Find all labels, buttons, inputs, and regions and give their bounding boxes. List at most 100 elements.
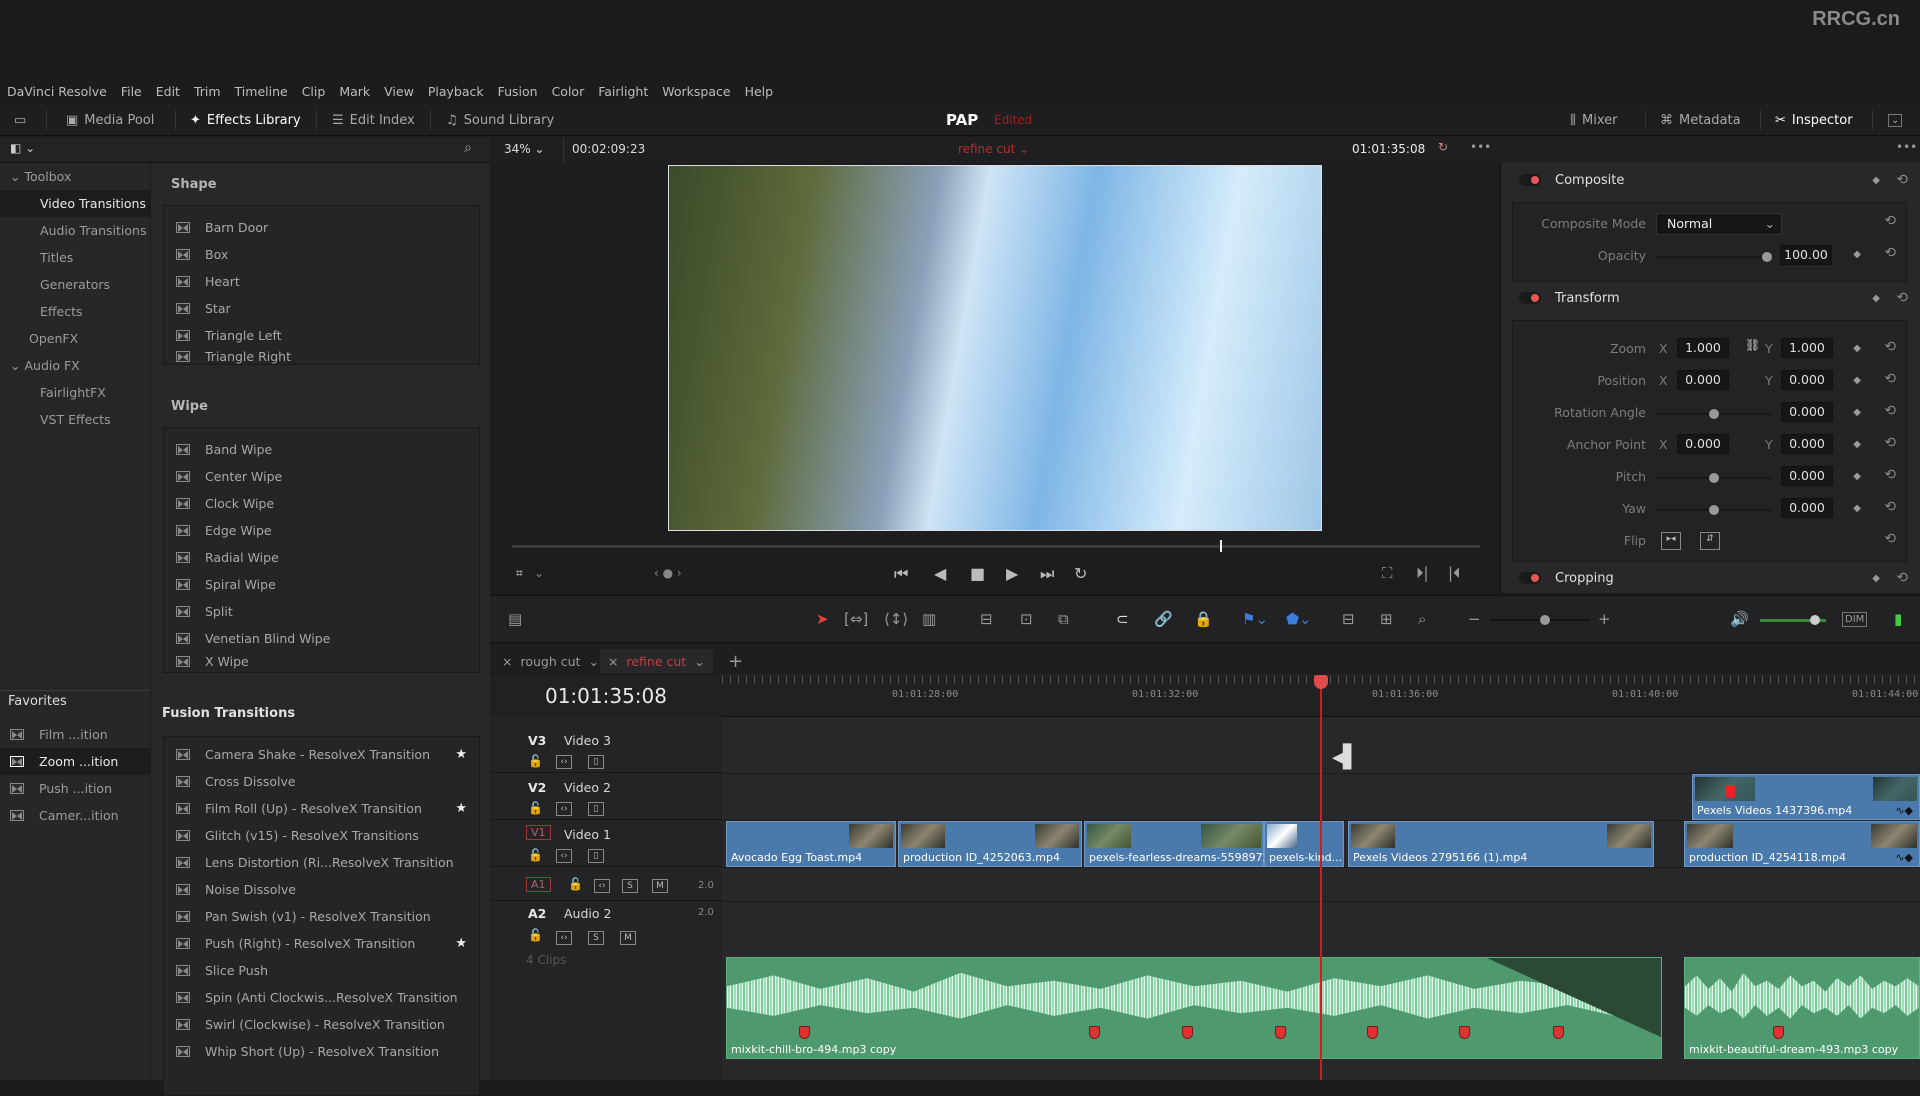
flip-horizontal-button[interactable]: ▸◂ [1661,532,1681,550]
mute-button[interactable]: M [620,931,636,945]
fade-out-handle[interactable] [1487,958,1661,1038]
auto-select-icon[interactable]: ‹› [556,931,572,945]
video-clip[interactable]: pexels-kind... [1264,821,1344,867]
expand-panel-button[interactable]: ⌄ [1888,104,1903,136]
transition-clock-wipe[interactable]: Clock Wipe [164,490,479,517]
zoom-custom-icon[interactable]: ⌕ [1418,610,1426,628]
transition-edge-wipe[interactable]: Edge Wipe [164,517,479,544]
mark-out-icon[interactable]: |⏴ [1448,564,1461,582]
reset-icon[interactable]: ⟲ [1896,570,1908,586]
tree-openfx[interactable]: OpenFX [0,325,150,352]
zoom-in-icon[interactable]: + [1598,610,1611,628]
lock-icon[interactable]: 🔓 [528,928,543,942]
keyframe-curve-icon[interactable]: ∿◆ [1895,804,1913,817]
dynamic-trim-icon[interactable]: ⟨↕⟩ [884,610,908,628]
zoom-out-icon[interactable]: − [1468,610,1481,628]
favorite-star-icon[interactable]: ★ [455,801,467,816]
keyframe-icon[interactable]: ◆ [1853,471,1861,482]
keyframe-icon[interactable]: ◆ [1853,343,1861,354]
search-icon[interactable]: ⌕ [464,140,472,156]
keyframe-icon[interactable]: ◆ [1872,293,1880,304]
video-clip[interactable]: production ID_4254118.mp4 ∿◆ [1684,821,1920,867]
tree-video-transitions[interactable]: Video Transitions [0,190,150,217]
keyframe-icon[interactable]: ◆ [1872,175,1880,186]
anchor-y-field[interactable]: 0.000 [1781,434,1833,454]
video-frame[interactable] [668,165,1322,531]
tab-refine-cut[interactable]: × refine cut ⌄ [600,649,713,673]
media-pool-button[interactable]: ▣ Media Pool [66,104,154,136]
keyframe-marker[interactable] [799,1026,810,1039]
favorite-star-icon[interactable]: ★ [455,936,467,951]
tree-audio-transitions[interactable]: Audio Transitions [0,217,150,244]
auto-select-icon[interactable]: ‹› [594,879,610,893]
panel-layout-icon[interactable]: ◧ ⌄ [10,141,35,155]
menu-playback[interactable]: Playback [421,82,491,102]
chevron-down-icon[interactable]: ⌄ [534,566,544,580]
playhead[interactable] [1320,675,1322,1080]
solo-button[interactable]: S [622,879,638,893]
menu-trim[interactable]: Trim [187,82,228,102]
transition-band-wipe[interactable]: Band Wipe [164,436,479,463]
menu-fairlight[interactable]: Fairlight [591,82,655,102]
replace-clip-icon[interactable]: ⧉ [1058,610,1069,628]
transform-mode-icon[interactable]: ⌗ [516,566,523,581]
lock-icon[interactable]: 🔓 [528,801,543,815]
keyframe-marker[interactable] [1367,1026,1378,1039]
transition-x-wipe[interactable]: X Wipe [164,652,479,670]
position-x-field[interactable]: 0.000 [1677,370,1729,390]
menu-file[interactable]: File [114,82,149,102]
opacity-slider[interactable] [1656,252,1772,262]
video-clip[interactable]: production ID_4252063.mp4 [898,821,1082,867]
video-clip[interactable]: Avocado Egg Toast.mp4 [726,821,896,867]
keyframe-icon[interactable]: ◆ [1853,439,1861,450]
lock-icon[interactable]: 🔓 [528,848,543,862]
slider-knob[interactable] [1709,409,1719,419]
transition-venetian-blind-wipe[interactable]: Venetian Blind Wipe [164,625,479,652]
menu-view[interactable]: View [377,82,421,102]
reset-icon[interactable]: ⟲ [1884,245,1896,261]
transition-box[interactable]: Box [164,241,479,268]
timeline-selector[interactable]: refine cut ⌄ [958,142,1029,156]
favorite-item[interactable]: Zoom ...ition [0,748,150,775]
timeline-zoom-slider[interactable] [1490,615,1590,625]
transition-star[interactable]: Star [164,295,479,322]
rotation-field[interactable]: 0.000 [1781,402,1833,422]
slider-knob[interactable] [1709,473,1719,483]
keyframe-icon[interactable]: ◆ [1853,375,1861,386]
video-clip[interactable]: Pexels Videos 1437396.mp4 ∿◆ [1692,774,1920,820]
transition-push-right[interactable]: Push (Right) - ResolveX Transition ★ [164,930,479,957]
keyframe-marker[interactable] [1275,1026,1286,1039]
audio-clip[interactable]: mixkit-beautiful-dream-493.mp3 copy [1684,957,1920,1059]
inspector-button[interactable]: ✂ Inspector [1775,104,1853,136]
tree-effects[interactable]: Effects [0,298,150,325]
slider-knob[interactable] [1709,505,1719,515]
pitch-slider[interactable] [1656,473,1772,483]
marker-icon[interactable]: ⬟⌄ [1286,610,1312,628]
close-icon[interactable]: × [502,654,512,669]
transition-center-wipe[interactable]: Center Wipe [164,463,479,490]
video-clip[interactable]: pexels-fearless-dreams-5598972... [1084,821,1280,867]
reset-icon[interactable]: ⟲ [1884,467,1896,483]
auto-select-icon[interactable]: ‹› [556,802,572,816]
keyframe-curve-icon[interactable]: ∿◆ [1895,851,1913,864]
zoom-x-field[interactable]: 1.000 [1677,338,1729,358]
selection-tool-icon[interactable]: ➤ [816,610,829,628]
transition-noise-dissolve[interactable]: Noise Dissolve [164,876,479,903]
more-options-icon[interactable]: ••• [1470,140,1491,154]
play-reverse-icon[interactable]: ◀ [934,564,946,583]
sound-library-button[interactable]: ♫ Sound Library [446,104,554,136]
transition-lens-distortion[interactable]: Lens Distortion (Ri...ResolveX Transitio… [164,849,479,876]
reset-icon[interactable]: ⟲ [1884,213,1896,229]
viewer-scrubber[interactable] [512,540,1480,552]
transition-spin[interactable]: Spin (Anti Clockwis...ResolveX Transitio… [164,984,479,1011]
flag-icon[interactable]: ⚑⌄ [1242,610,1268,628]
timeline-view-options-icon[interactable]: ▤ [508,610,522,628]
solo-button[interactable]: S [588,931,604,945]
source-patch-v1[interactable]: V1 [526,825,551,840]
transition-triangle-left[interactable]: Triangle Left [164,322,479,349]
menu-fusion[interactable]: Fusion [491,82,545,102]
opacity-field[interactable]: 100.00 [1780,245,1832,265]
slider-knob[interactable] [1810,615,1821,625]
tree-generators[interactable]: Generators [0,271,150,298]
sync-icon[interactable]: ↻ [1438,140,1448,154]
